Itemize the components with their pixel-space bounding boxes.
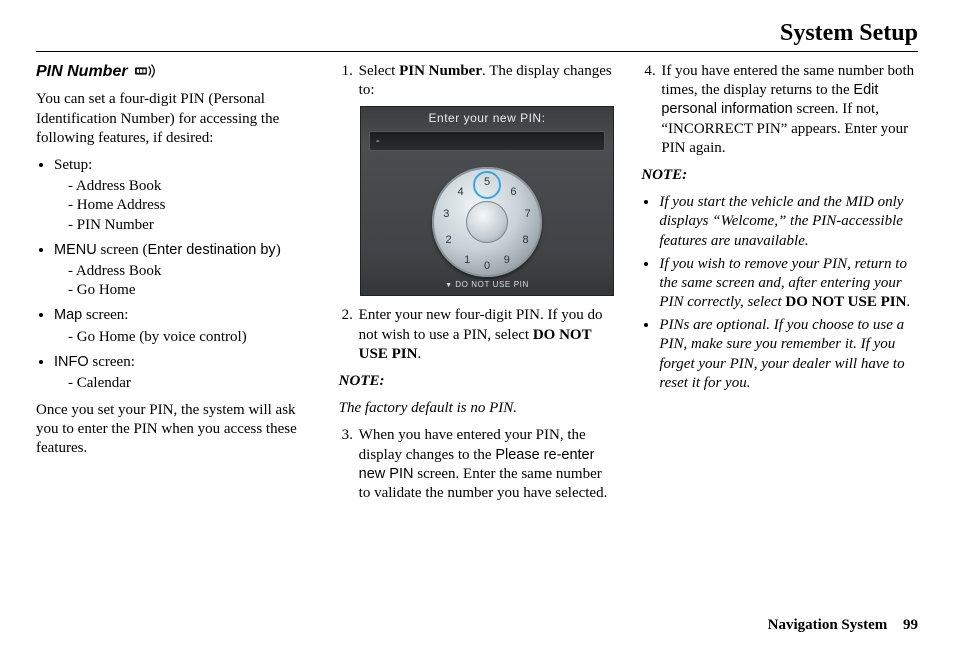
content-columns: PIN Number You can set a four-digit PIN … — [36, 62, 918, 511]
dial-number: 9 — [499, 253, 515, 267]
do-not-use-pin-button: DO NOT USE PIN — [361, 280, 613, 291]
note-item: If you start the vehicle and the MID onl… — [659, 193, 918, 251]
list-item: Go Home — [68, 281, 313, 300]
list-item: PIN Number — [68, 216, 313, 235]
dial-number: 3 — [438, 207, 454, 221]
note-item: If you wish to remove your PIN, return t… — [659, 255, 918, 313]
page-footer: Navigation System 99 — [768, 617, 918, 634]
manual-page: System Setup PIN Number You can set a f — [0, 0, 954, 652]
pin-input-field: - — [369, 131, 605, 151]
pin-screen-title: Enter your new PIN: — [361, 107, 613, 126]
feature-group: Setup: Address Book Home Address PIN Num… — [54, 156, 313, 235]
dial-number: 4 — [453, 185, 469, 199]
dial-number: 0 — [479, 259, 495, 273]
feature-group: Map screen: Go Home (by voice control) — [54, 306, 313, 346]
column-2: Select PIN Number. The display changes t… — [339, 62, 616, 511]
step-1: Select PIN Number. The display changes t… — [357, 62, 616, 296]
feature-group: MENU screen (Enter destination by) Addre… — [54, 241, 313, 301]
pin-entry-screenshot: Enter your new PIN: - 5 6 7 8 9 0 — [360, 106, 614, 296]
step-3: When you have entered your PIN, the disp… — [357, 426, 616, 503]
note-heading: NOTE: — [339, 372, 616, 391]
list-item: Address Book — [68, 262, 313, 281]
step-4: If you have entered the same number both… — [659, 62, 918, 158]
number-dial: 5 6 7 8 9 0 1 2 3 4 — [432, 167, 542, 277]
note-body: The factory default is no PIN. — [339, 399, 616, 418]
note-heading: NOTE: — [641, 166, 918, 185]
feature-group: INFO screen: Calendar — [54, 353, 313, 393]
dial-number: 6 — [505, 185, 521, 199]
list-item: Calendar — [68, 374, 313, 393]
list-item: Address Book — [68, 177, 313, 196]
column-1: PIN Number You can set a four-digit PIN … — [36, 62, 313, 511]
intro-paragraph: You can set a four-digit PIN (Personal I… — [36, 90, 313, 148]
section-heading: PIN Number — [36, 63, 128, 80]
note-item: PINs are optional. If you choose to use … — [659, 316, 918, 393]
list-item: Home Address — [68, 196, 313, 215]
dial-number: 7 — [520, 207, 536, 221]
voice-command-icon — [135, 64, 157, 78]
column-3: If you have entered the same number both… — [641, 62, 918, 511]
dial-number: 5 — [479, 175, 495, 189]
page-title: System Setup — [36, 20, 918, 52]
outro-paragraph: Once you set your PIN, the system will a… — [36, 401, 313, 459]
dial-number: 8 — [518, 233, 534, 247]
feature-group-list: Setup: Address Book Home Address PIN Num… — [36, 156, 313, 393]
step-2: Enter your new four-digit PIN. If you do… — [357, 306, 616, 364]
dial-number: 2 — [441, 233, 457, 247]
dial-number: 1 — [459, 253, 475, 267]
list-item: Go Home (by voice control) — [68, 328, 313, 347]
page-number: 99 — [903, 617, 918, 633]
footer-label: Navigation System — [768, 617, 888, 633]
note-list: If you start the vehicle and the MID onl… — [641, 193, 918, 393]
